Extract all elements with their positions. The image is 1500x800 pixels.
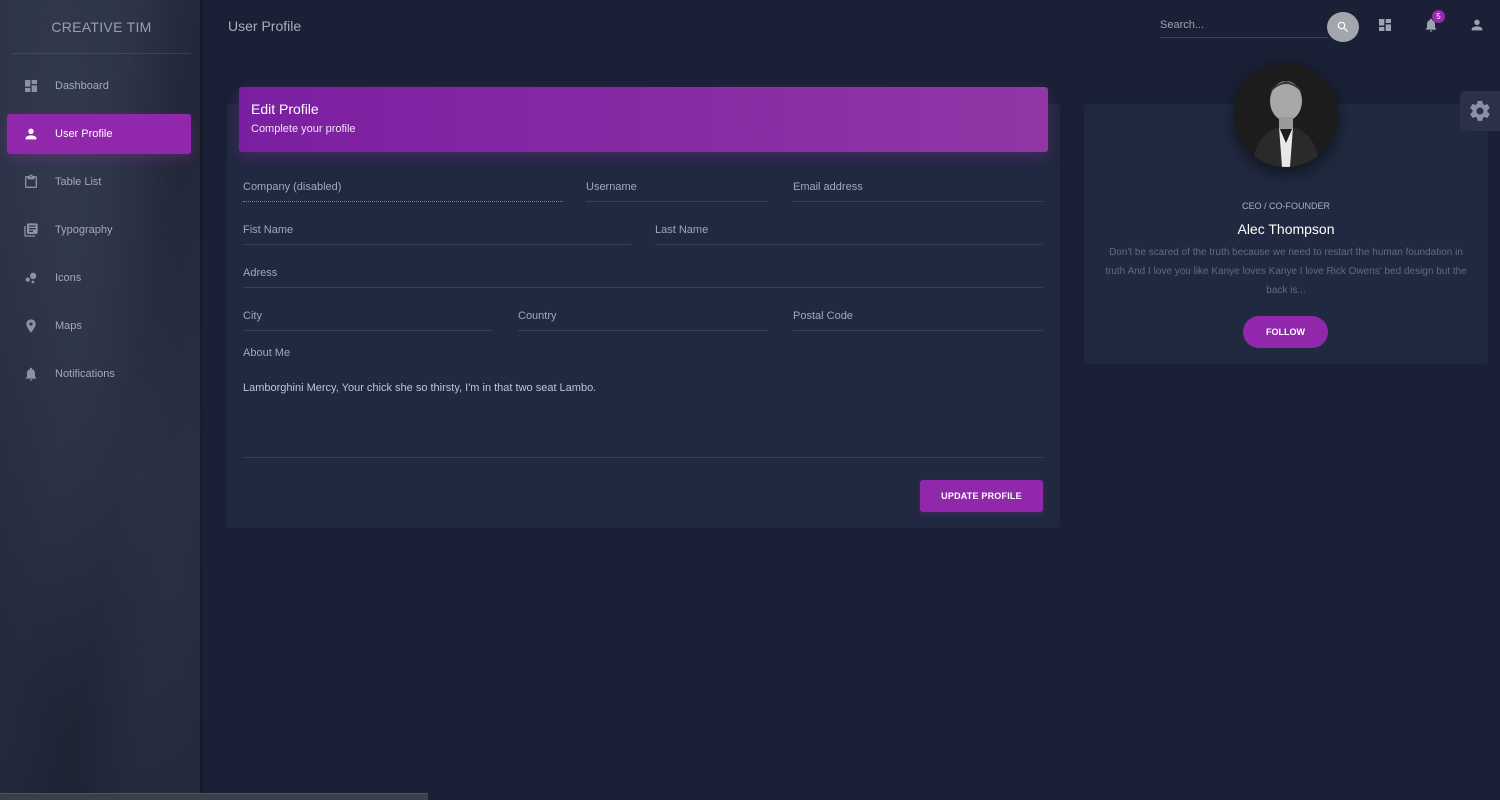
country-field[interactable]: Country [518, 309, 768, 331]
sidebar-item-user-profile[interactable]: User Profile [7, 114, 191, 154]
sidebar-nav: Dashboard User Profile Table List Typogr… [0, 66, 203, 394]
bell-icon [23, 366, 39, 382]
page-title: User Profile [228, 18, 302, 34]
brand-logo-text[interactable]: CREATIVE TIM [12, 0, 191, 54]
sidebar-item-icons[interactable]: Icons [7, 258, 191, 298]
dashboard-top-button[interactable] [1377, 17, 1393, 33]
browser-status-bar [0, 793, 428, 800]
avatar-portrait-image [1234, 63, 1338, 167]
search-icon [1337, 21, 1348, 32]
first-name-field[interactable]: Fist Name [243, 223, 631, 245]
company-field: Company (disabled) [243, 180, 563, 202]
account-button[interactable] [1469, 17, 1485, 33]
search-input[interactable] [1160, 12, 1328, 38]
notification-badge: 5 [1432, 10, 1445, 23]
sidebar-item-label: Dashboard [55, 80, 109, 92]
search-form [1160, 12, 1360, 42]
sidebar: CREATIVE TIM Dashboard User Profile Tabl… [0, 0, 203, 800]
search-button[interactable] [1327, 12, 1359, 42]
last-name-field[interactable]: Last Name [655, 223, 1043, 245]
about-me-textarea[interactable]: Lamborghini Mercy, Your chick she so thi… [243, 382, 596, 394]
settings-toggle[interactable] [1460, 91, 1500, 131]
profile-name: Alec Thompson [1237, 221, 1335, 237]
sidebar-item-label: Notifications [55, 368, 115, 380]
dashboard-icon [23, 78, 39, 94]
postal-code-field[interactable]: Postal Code [793, 309, 1043, 331]
clipboard-icon [23, 174, 39, 190]
profile-bio: Don't be scared of the truth because we … [1105, 247, 1467, 296]
about-me-underline [243, 457, 1043, 458]
follow-button[interactable]: FOLLOW [1243, 316, 1328, 348]
person-icon [1471, 19, 1483, 31]
sidebar-item-maps[interactable]: Maps [7, 306, 191, 346]
notifications-button[interactable]: 5 [1423, 10, 1445, 33]
sidebar-item-typography[interactable]: Typography [7, 210, 191, 250]
sidebar-item-notifications[interactable]: Notifications [7, 354, 191, 394]
sidebar-item-dashboard[interactable]: Dashboard [7, 66, 191, 106]
address-field[interactable]: Adress [243, 266, 1043, 288]
edit-profile-header: Edit Profile Complete your profile [239, 87, 1048, 152]
sidebar-item-label: Maps [55, 320, 82, 332]
profile-role: CEO / CO-FOUNDER [1241, 201, 1330, 211]
card-title: Edit Profile [251, 101, 319, 117]
sidebar-item-label: User Profile [55, 128, 113, 140]
sidebar-item-table-list[interactable]: Table List [7, 162, 191, 202]
card-subtitle: Complete your profile [251, 123, 356, 135]
email-field[interactable]: Email address [793, 180, 1043, 202]
library-books-icon [23, 222, 39, 238]
location-pin-icon [23, 318, 39, 334]
about-me-label: About Me [243, 347, 291, 359]
avatar [1234, 63, 1338, 167]
update-profile-button[interactable]: UPDATE PROFILE [920, 480, 1043, 512]
sidebar-item-label: Table List [55, 176, 102, 188]
bubble-chart-icon [23, 270, 39, 286]
city-field[interactable]: City [243, 309, 493, 331]
sidebar-item-label: Icons [55, 272, 82, 284]
username-field[interactable]: Username [586, 180, 768, 202]
person-icon [23, 126, 39, 142]
topbar: User Profile 5 [228, 0, 1500, 54]
sidebar-item-label: Typography [55, 224, 113, 236]
dashboard-icon [1379, 19, 1391, 31]
gear-icon [1470, 101, 1490, 121]
